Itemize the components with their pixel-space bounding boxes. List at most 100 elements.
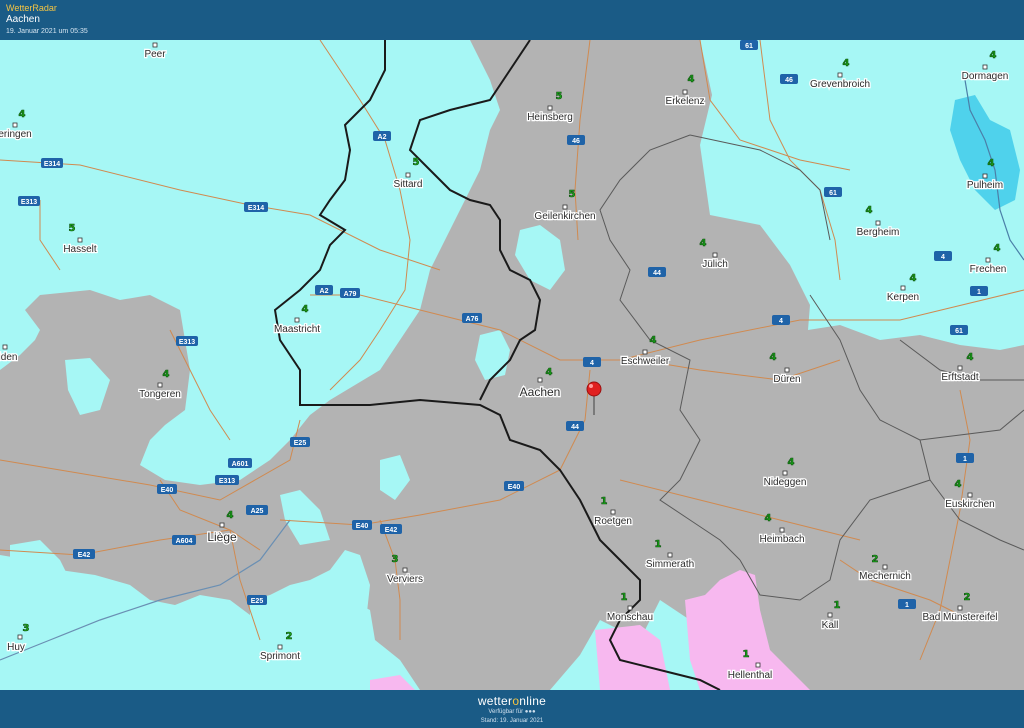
road-shield-label: A2	[320, 288, 329, 295]
place-label: Roetgen	[594, 516, 632, 527]
radar-map[interactable]: 61 46 A2 46 E314 E313 E314 61 44 4 A2 A7…	[0, 40, 1024, 690]
stand-text: Stand: 19. Januar 2021	[480, 718, 544, 724]
forecast-value: 1	[621, 592, 628, 603]
road-shield-label: A604	[176, 538, 193, 545]
forecast-value: 4	[302, 304, 309, 315]
forecast-value: 4	[955, 479, 962, 490]
forecast-value: 4	[788, 457, 795, 468]
place-label: Bad Münstereifel	[922, 612, 997, 623]
place-label: eringen	[0, 129, 32, 140]
road-shield-label: 44	[653, 270, 661, 277]
place-label: Euskirchen	[945, 499, 994, 510]
place-marker	[17, 634, 23, 640]
road-shield-label: 46	[572, 138, 580, 145]
place-marker	[682, 89, 688, 95]
forecast-value: 1	[743, 649, 750, 660]
logo-text-a: wetter	[477, 694, 513, 708]
road-shield-label: E313	[219, 478, 235, 485]
logo-text-b: nline	[519, 694, 547, 708]
road-shield-label: E40	[356, 523, 369, 530]
place-label: Aachen	[520, 385, 561, 399]
place-label: Erkelenz	[666, 96, 705, 107]
place-label: Sittard	[394, 179, 423, 190]
place-marker	[642, 349, 648, 355]
place-marker	[712, 252, 718, 258]
place-label: Nideggen	[764, 477, 807, 488]
place-marker	[755, 662, 761, 668]
road-shield-label: A76	[466, 316, 479, 323]
place-marker	[77, 237, 83, 243]
road-shield-label: E25	[294, 440, 307, 447]
place-label: Huy	[7, 642, 25, 653]
forecast-value: 4	[765, 513, 772, 524]
place-label: Hasselt	[63, 244, 97, 255]
road-shield-label: 61	[745, 43, 753, 50]
road-shield-label: 4	[941, 254, 945, 261]
place-marker	[957, 605, 963, 611]
place-marker	[277, 644, 283, 650]
header-bar: WetterRadar Aachen 19. Januar 2021 um 05…	[0, 0, 1024, 40]
place-marker	[610, 509, 616, 515]
road-shield-label: 1	[977, 289, 981, 296]
place-marker	[294, 317, 300, 323]
place-label: Eschweiler	[621, 356, 670, 367]
forecast-value: 4	[650, 335, 657, 346]
road-shield-label: A601	[232, 461, 249, 468]
forecast-value: 1	[655, 539, 662, 550]
road-shield-label: 44	[571, 424, 579, 431]
place-label: iden	[0, 352, 17, 363]
place-label: Tongeren	[139, 389, 181, 400]
forecast-value: 4	[770, 352, 777, 363]
forecast-value: 5	[69, 223, 76, 234]
place-label: Bergheim	[857, 227, 900, 238]
place-marker	[985, 257, 991, 263]
wetteronline-logo[interactable]: wetteronline	[0, 694, 1024, 708]
forecast-value: 5	[569, 189, 576, 200]
place-marker	[827, 612, 833, 618]
place-marker	[982, 64, 988, 70]
place-marker	[2, 344, 8, 350]
road-shield-label: E25	[251, 598, 264, 605]
forecast-value: 2	[964, 592, 971, 603]
forecast-value: 4	[227, 510, 234, 521]
forecast-value: 4	[843, 58, 850, 69]
place-marker	[967, 492, 973, 498]
forecast-value: 3	[23, 623, 30, 634]
road-shield-label: 4	[590, 360, 594, 367]
place-label: Peer	[144, 49, 166, 60]
forecast-value: 5	[556, 91, 563, 102]
road-shield-label: A79	[344, 291, 357, 298]
forecast-value: 4	[988, 158, 995, 169]
forecast-value: 2	[286, 631, 293, 642]
road-shield-label: E40	[508, 484, 521, 491]
place-marker	[667, 552, 673, 558]
place-marker	[627, 605, 633, 611]
forecast-value: 4	[688, 74, 695, 85]
road-shield-label: 61	[955, 328, 963, 335]
place-label: Hellenthal	[728, 670, 772, 681]
place-label: Simmerath	[646, 559, 694, 570]
road-shield-label: E314	[44, 161, 60, 168]
place-label: Frechen	[970, 264, 1007, 275]
place-label: Kerpen	[887, 292, 919, 303]
place-marker	[900, 285, 906, 291]
place-label: Jülich	[702, 259, 728, 270]
road-shield-label: A25	[251, 508, 264, 515]
road-shield-label: E314	[248, 205, 264, 212]
place-marker	[779, 527, 785, 533]
place-marker	[562, 204, 568, 210]
forecast-value: 1	[601, 496, 608, 507]
place-label: Sprimont	[260, 651, 300, 662]
forecast-value: 4	[700, 238, 707, 249]
forecast-value: 4	[990, 50, 997, 61]
forecast-value: 4	[910, 273, 917, 284]
place-label: Düren	[773, 374, 800, 385]
place-label: Pulheim	[967, 180, 1003, 191]
road-shield-label: 46	[785, 77, 793, 84]
place-label: Maastricht	[274, 324, 320, 335]
place-label: Erftstadt	[941, 372, 978, 383]
app-brand: WetterRadar	[6, 3, 57, 13]
place-marker	[875, 220, 881, 226]
map-canvas[interactable]: 61 46 A2 46 E314 E313 E314 61 44 4 A2 A7…	[0, 40, 1024, 690]
place-marker	[157, 382, 163, 388]
